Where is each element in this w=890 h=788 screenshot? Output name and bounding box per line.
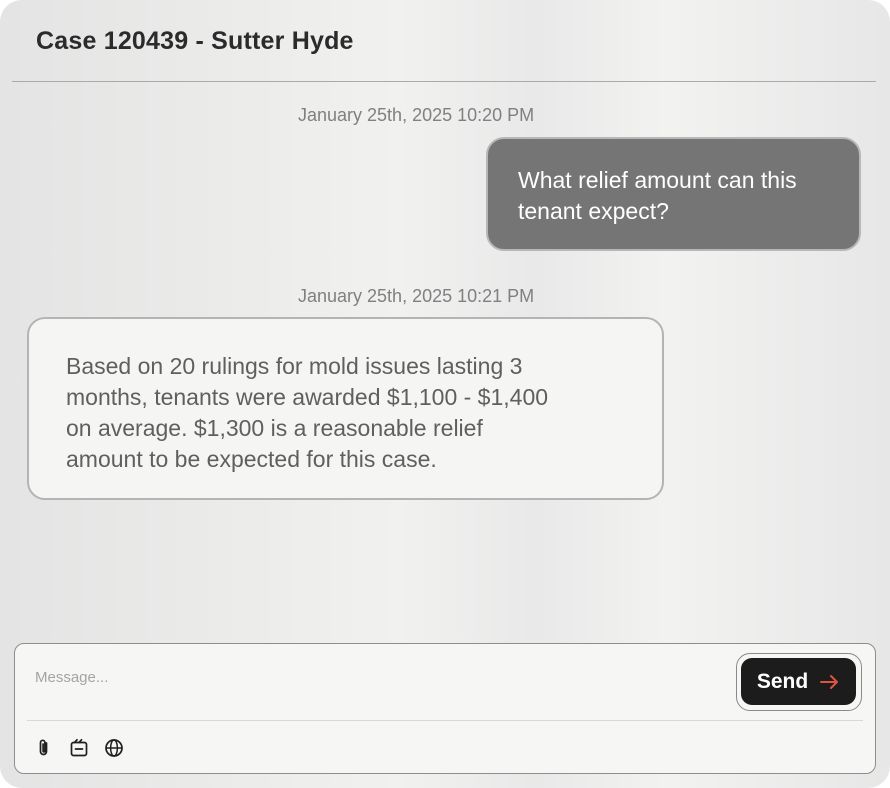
message-line: tenant expect? [518, 198, 669, 224]
globe-icon[interactable] [103, 737, 125, 759]
message-input[interactable] [35, 662, 725, 692]
chat-window: Case 120439 - Sutter Hyde January 25th, … [0, 0, 890, 788]
assistant-message-bubble: Based on 20 rulings for mold issues last… [27, 317, 664, 500]
paperclip-icon[interactable] [33, 737, 55, 759]
message-line: Based on 20 rulings for mold issues last… [66, 353, 523, 379]
user-message-bubble: What relief amount can this tenant expec… [486, 137, 861, 251]
send-button-focus-ring: Send [736, 653, 862, 711]
message-timestamp: January 25th, 2025 10:21 PM [298, 286, 535, 306]
send-button[interactable]: Send [741, 658, 856, 705]
clipboard-icon[interactable] [68, 737, 90, 759]
message-line: What relief amount can this [518, 167, 797, 193]
composer-divider [27, 720, 863, 721]
arrow-right-icon [820, 674, 840, 690]
message-line: months, tenants were awarded $1,100 - $1… [66, 384, 549, 410]
chat-header: Case 120439 - Sutter Hyde [12, 0, 876, 82]
message-line: amount to be expected for this case. [66, 446, 437, 472]
page-title: Case 120439 - Sutter Hyde [36, 27, 354, 55]
message-timestamp: January 25th, 2025 10:20 PM [298, 105, 535, 125]
send-button-label: Send [756, 669, 809, 693]
message-line: on average. $1,300 is a reasonable relie… [66, 415, 483, 441]
message-composer: Send [14, 643, 876, 774]
